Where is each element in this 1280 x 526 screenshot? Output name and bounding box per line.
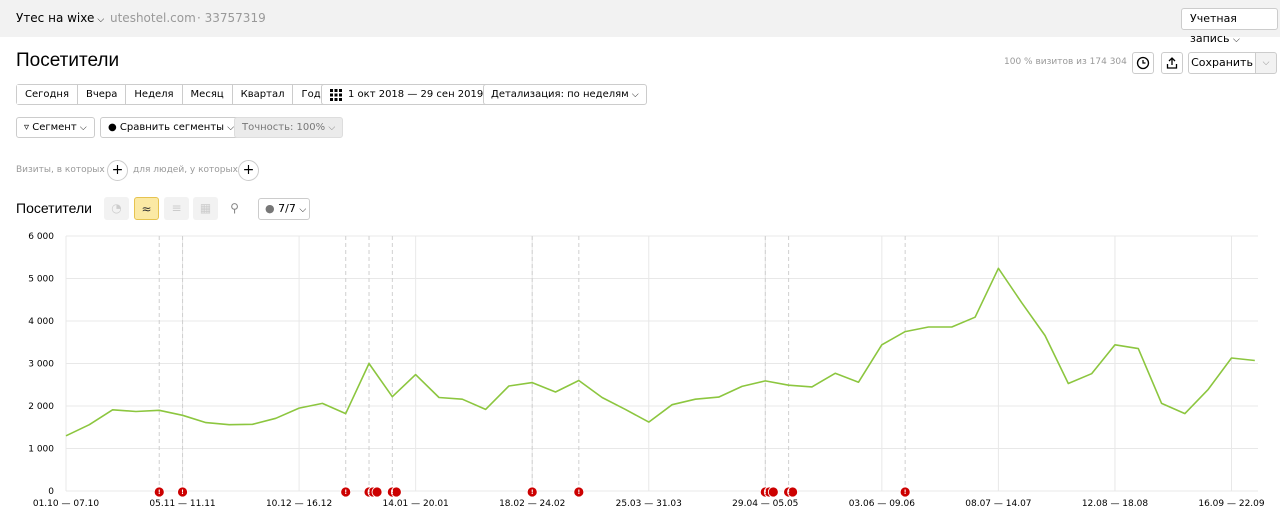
bar-chart-icon: ▦: [199, 201, 212, 215]
y-tick-label: 2 000: [28, 402, 54, 412]
segment-button[interactable]: ▿ Сегмент ⌵: [16, 117, 95, 138]
x-tick-label: 29.04 — 05.05: [732, 499, 798, 509]
chart-type-stacked[interactable]: ≡: [164, 197, 189, 220]
save-button[interactable]: Сохранить: [1188, 52, 1256, 74]
visits-info: 100 % визитов из 174 304: [1004, 57, 1127, 67]
period-selector: Сегодня Вчера Неделя Месяц Квартал Год: [16, 84, 330, 105]
chart-type-line[interactable]: ≈: [134, 197, 159, 220]
chart-type-map[interactable]: ⚲: [222, 197, 247, 220]
filter-icon: ▿: [24, 122, 30, 133]
date-range-label: 1 окт 2018 — 29 сен 2019: [348, 89, 484, 100]
site-name: Утес на wixe: [16, 11, 95, 25]
site-domain: uteshotel.com: [110, 11, 196, 25]
accuracy-button[interactable]: Точность: 100% ⌵: [234, 117, 344, 138]
upload-icon: [1166, 57, 1178, 69]
x-tick-label: 25.03 — 31.03: [616, 499, 682, 509]
series-selector[interactable]: ● 7/7 ⌵: [258, 198, 310, 220]
compare-segments-button[interactable]: ● Сравнить сегменты ⌵: [100, 117, 243, 138]
annotation-marker: [371, 486, 383, 498]
annotation-icon: !: [577, 489, 580, 496]
chart-type-pie[interactable]: ◔: [104, 197, 129, 220]
add-people-filter-button[interactable]: +: [238, 160, 259, 181]
account-label: Учетная запись: [1190, 12, 1237, 45]
page-title: Посетители: [16, 50, 120, 71]
x-tick-label: 12.08 — 18.08: [1082, 499, 1149, 509]
chart-type-bar[interactable]: ▦: [193, 197, 218, 220]
export-button[interactable]: [1161, 52, 1183, 74]
annotation-icon: !: [787, 489, 790, 496]
site-id: · 33757319: [197, 11, 266, 25]
segment-label: Сегмент: [32, 122, 77, 133]
accuracy-label: Точность: 100%: [242, 122, 326, 133]
x-tick-label: 03.06 — 09.06: [849, 499, 916, 509]
chevron-down-icon: ⌵: [1232, 35, 1240, 45]
chart-title: Посетители: [16, 200, 92, 216]
top-bar: Утес на wixe ⌵ uteshotel.com · 33757319 У…: [0, 0, 1280, 45]
y-tick-label: 5 000: [28, 275, 54, 285]
annotation-icon: !: [368, 489, 371, 496]
y-tick-label: 0: [48, 487, 54, 497]
line-chart-icon: ≈: [141, 202, 152, 216]
comment-icon: ●: [265, 202, 275, 215]
y-tick-label: 1 000: [28, 445, 54, 455]
pie-chart-icon: ◔: [111, 201, 122, 215]
x-tick-label: 08.07 — 14.07: [965, 499, 1031, 509]
chevron-down-icon: ⌵: [299, 205, 307, 215]
x-tick-label: 01.10 — 07.10: [33, 499, 100, 509]
y-tick-label: 6 000: [28, 232, 54, 242]
calendar-icon: [330, 89, 342, 101]
x-tick-label: 14.01 — 20.01: [383, 499, 449, 509]
period-quarter[interactable]: Квартал: [232, 85, 294, 104]
add-visits-filter-button[interactable]: +: [107, 160, 128, 181]
detail-dropdown[interactable]: Детализация: по неделям ⌵: [483, 84, 647, 105]
drops-icon: ●: [108, 122, 117, 133]
visits-filter-label: Визиты, в которых: [16, 165, 105, 175]
period-yesterday[interactable]: Вчера: [77, 85, 127, 104]
annotation-icon: !: [764, 489, 767, 496]
annotation-icon: !: [391, 489, 394, 496]
period-today[interactable]: Сегодня: [17, 85, 78, 104]
chevron-down-icon: ⌵: [328, 123, 336, 133]
period-month[interactable]: Месяц: [182, 85, 233, 104]
save-options-button[interactable]: ⌵: [1255, 52, 1277, 74]
x-tick-label: 05.11 — 11.11: [149, 499, 215, 509]
plus-icon: +: [242, 162, 255, 178]
annotation-icon: !: [904, 489, 907, 496]
people-filter-label: для людей, у которых: [133, 165, 238, 175]
plus-icon: +: [111, 162, 124, 178]
period-week[interactable]: Неделя: [126, 85, 183, 104]
history-button[interactable]: [1132, 52, 1154, 74]
series-count: 7/7: [278, 202, 296, 215]
chevron-down-icon: ⌵: [631, 90, 639, 100]
chevron-down-icon: ⌵: [97, 15, 105, 25]
chevron-down-icon: ⌵: [1262, 58, 1270, 68]
compare-label: Сравнить сегменты: [119, 122, 225, 133]
y-tick-label: 3 000: [28, 360, 54, 370]
detail-label: Детализация: по неделям: [491, 89, 629, 100]
series-line: [65, 267, 1255, 437]
chevron-down-icon: ⌵: [79, 123, 87, 133]
x-tick-label: 18.02 — 24.02: [499, 499, 565, 509]
x-tick-label: 10.12 — 16.12: [266, 499, 332, 509]
y-tick-label: 4 000: [28, 317, 54, 327]
annotation-icon: !: [344, 489, 347, 496]
map-pin-icon: ⚲: [230, 201, 239, 215]
annotation-icon: !: [181, 489, 184, 496]
stacked-chart-icon: ≡: [171, 201, 182, 215]
site-selector[interactable]: Утес на wixe ⌵: [16, 11, 104, 25]
x-tick-label: 16.09 — 22.09: [1198, 499, 1265, 509]
date-range-button[interactable]: 1 окт 2018 — 29 сен 2019: [321, 84, 492, 105]
annotation-icon: !: [158, 489, 161, 496]
clock-icon: [1136, 56, 1150, 70]
annotation-icon: !: [531, 489, 534, 496]
visitors-line-chart: 0 1 000 2 000 3 000 4 000 5 000 6 000 01.10 — 0…: [28, 232, 1265, 509]
account-button[interactable]: Учетная запись ⌵: [1181, 8, 1278, 45]
annotation-marker: [767, 486, 779, 498]
